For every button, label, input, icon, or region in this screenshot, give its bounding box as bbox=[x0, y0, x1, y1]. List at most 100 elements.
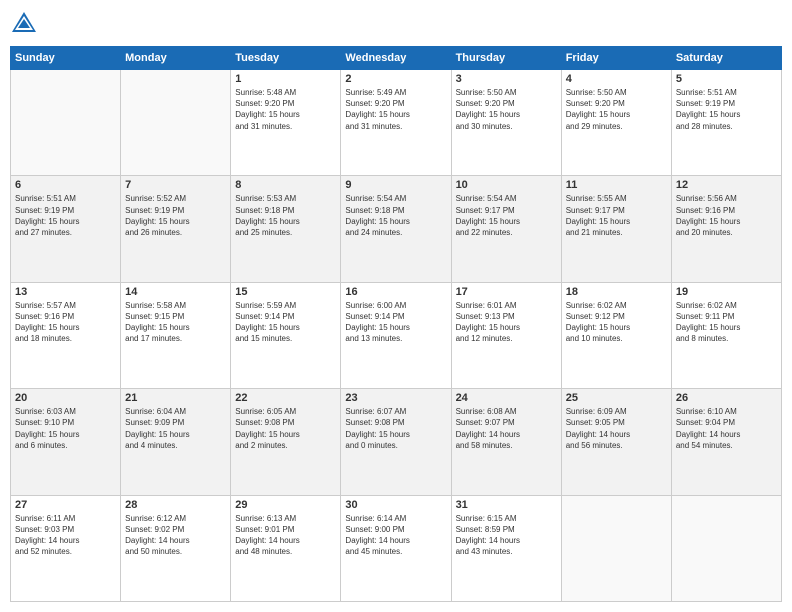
weekday-header-saturday: Saturday bbox=[671, 47, 781, 70]
day-number: 1 bbox=[235, 73, 336, 85]
day-info: Sunrise: 5:51 AM Sunset: 9:19 PM Dayligh… bbox=[676, 87, 777, 132]
calendar-week-row: 20 Sunrise: 6:03 AM Sunset: 9:10 PM Dayli… bbox=[11, 389, 782, 495]
day-number: 10 bbox=[456, 179, 557, 191]
calendar-cell: 17 Sunrise: 6:01 AM Sunset: 9:13 PM Dayli… bbox=[451, 282, 561, 388]
day-info: Sunrise: 5:53 AM Sunset: 9:18 PM Dayligh… bbox=[235, 193, 336, 238]
calendar-cell: 6 Sunrise: 5:51 AM Sunset: 9:19 PM Daylig… bbox=[11, 176, 121, 282]
calendar-cell: 16 Sunrise: 6:00 AM Sunset: 9:14 PM Dayli… bbox=[341, 282, 451, 388]
day-info: Sunrise: 6:07 AM Sunset: 9:08 PM Dayligh… bbox=[345, 406, 446, 451]
logo bbox=[10, 10, 42, 38]
calendar-cell: 31Sunrise: 6:15 AM Sunset: 8:59 PM Dayli… bbox=[451, 495, 561, 601]
calendar-cell: 4 Sunrise: 5:50 AM Sunset: 9:20 PM Daylig… bbox=[561, 70, 671, 176]
calendar-cell: 11 Sunrise: 5:55 AM Sunset: 9:17 PM Dayli… bbox=[561, 176, 671, 282]
day-number: 23 bbox=[345, 392, 446, 404]
day-number: 29 bbox=[235, 499, 336, 511]
calendar-cell: 24 Sunrise: 6:08 AM Sunset: 9:07 PM Dayli… bbox=[451, 389, 561, 495]
calendar-cell: 3Sunrise: 5:50 AM Sunset: 9:20 PM Daylig… bbox=[451, 70, 561, 176]
day-info: Sunrise: 5:57 AM Sunset: 9:16 PM Dayligh… bbox=[15, 300, 116, 345]
calendar-table: SundayMondayTuesdayWednesdayThursdayFrid… bbox=[10, 46, 782, 602]
day-number: 24 bbox=[456, 392, 557, 404]
day-info: Sunrise: 6:08 AM Sunset: 9:07 PM Dayligh… bbox=[456, 406, 557, 451]
day-number: 6 bbox=[15, 179, 116, 191]
day-number: 30 bbox=[345, 499, 446, 511]
day-info: Sunrise: 6:12 AM Sunset: 9:02 PM Dayligh… bbox=[125, 513, 226, 558]
day-info: Sunrise: 6:10 AM Sunset: 9:04 PM Dayligh… bbox=[676, 406, 777, 451]
header bbox=[10, 10, 782, 38]
day-info: Sunrise: 6:11 AM Sunset: 9:03 PM Dayligh… bbox=[15, 513, 116, 558]
weekday-header-friday: Friday bbox=[561, 47, 671, 70]
calendar-cell: 27 Sunrise: 6:11 AM Sunset: 9:03 PM Dayli… bbox=[11, 495, 121, 601]
day-info: Sunrise: 6:14 AM Sunset: 9:00 PM Dayligh… bbox=[345, 513, 446, 558]
day-info: Sunrise: 5:51 AM Sunset: 9:19 PM Dayligh… bbox=[15, 193, 116, 238]
weekday-header-tuesday: Tuesday bbox=[231, 47, 341, 70]
calendar-cell: 25 Sunrise: 6:09 AM Sunset: 9:05 PM Dayli… bbox=[561, 389, 671, 495]
day-info: Sunrise: 6:09 AM Sunset: 9:05 PM Dayligh… bbox=[566, 406, 667, 451]
calendar-week-row: 1Sunrise: 5:48 AM Sunset: 9:20 PM Daylig… bbox=[11, 70, 782, 176]
day-number: 17 bbox=[456, 286, 557, 298]
day-number: 15 bbox=[235, 286, 336, 298]
day-number: 28 bbox=[125, 499, 226, 511]
day-info: Sunrise: 5:49 AM Sunset: 9:20 PM Dayligh… bbox=[345, 87, 446, 132]
day-info: Sunrise: 5:50 AM Sunset: 9:20 PM Dayligh… bbox=[456, 87, 557, 132]
calendar-cell: 8 Sunrise: 5:53 AM Sunset: 9:18 PM Daylig… bbox=[231, 176, 341, 282]
day-number: 21 bbox=[125, 392, 226, 404]
calendar-cell: 28 Sunrise: 6:12 AM Sunset: 9:02 PM Dayli… bbox=[121, 495, 231, 601]
calendar-cell bbox=[121, 70, 231, 176]
calendar-cell bbox=[11, 70, 121, 176]
page: SundayMondayTuesdayWednesdayThursdayFrid… bbox=[0, 0, 792, 612]
day-info: Sunrise: 6:00 AM Sunset: 9:14 PM Dayligh… bbox=[345, 300, 446, 345]
day-number: 8 bbox=[235, 179, 336, 191]
weekday-header-thursday: Thursday bbox=[451, 47, 561, 70]
day-info: Sunrise: 6:04 AM Sunset: 9:09 PM Dayligh… bbox=[125, 406, 226, 451]
day-info: Sunrise: 6:02 AM Sunset: 9:11 PM Dayligh… bbox=[676, 300, 777, 345]
calendar-week-row: 13 Sunrise: 5:57 AM Sunset: 9:16 PM Dayli… bbox=[11, 282, 782, 388]
calendar-cell: 14Sunrise: 5:58 AM Sunset: 9:15 PM Dayli… bbox=[121, 282, 231, 388]
day-info: Sunrise: 5:50 AM Sunset: 9:20 PM Dayligh… bbox=[566, 87, 667, 132]
calendar-cell: 2Sunrise: 5:49 AM Sunset: 9:20 PM Daylig… bbox=[341, 70, 451, 176]
calendar-cell: 23 Sunrise: 6:07 AM Sunset: 9:08 PM Dayli… bbox=[341, 389, 451, 495]
day-number: 16 bbox=[345, 286, 446, 298]
calendar-cell: 12Sunrise: 5:56 AM Sunset: 9:16 PM Dayli… bbox=[671, 176, 781, 282]
calendar-cell: 21 Sunrise: 6:04 AM Sunset: 9:09 PM Dayli… bbox=[121, 389, 231, 495]
day-number: 11 bbox=[566, 179, 667, 191]
day-number: 26 bbox=[676, 392, 777, 404]
calendar-cell: 9 Sunrise: 5:54 AM Sunset: 9:18 PM Daylig… bbox=[341, 176, 451, 282]
calendar-cell: 26 Sunrise: 6:10 AM Sunset: 9:04 PM Dayli… bbox=[671, 389, 781, 495]
logo-icon bbox=[10, 10, 38, 38]
weekday-header-sunday: Sunday bbox=[11, 47, 121, 70]
calendar-week-row: 6 Sunrise: 5:51 AM Sunset: 9:19 PM Daylig… bbox=[11, 176, 782, 282]
day-number: 19 bbox=[676, 286, 777, 298]
day-number: 5 bbox=[676, 73, 777, 85]
day-number: 22 bbox=[235, 392, 336, 404]
day-number: 4 bbox=[566, 73, 667, 85]
day-number: 18 bbox=[566, 286, 667, 298]
day-info: Sunrise: 5:55 AM Sunset: 9:17 PM Dayligh… bbox=[566, 193, 667, 238]
calendar-cell: 13 Sunrise: 5:57 AM Sunset: 9:16 PM Dayli… bbox=[11, 282, 121, 388]
calendar-cell bbox=[671, 495, 781, 601]
day-number: 25 bbox=[566, 392, 667, 404]
calendar-cell: 5 Sunrise: 5:51 AM Sunset: 9:19 PM Daylig… bbox=[671, 70, 781, 176]
calendar-cell: 19 Sunrise: 6:02 AM Sunset: 9:11 PM Dayli… bbox=[671, 282, 781, 388]
day-number: 12 bbox=[676, 179, 777, 191]
weekday-header-row: SundayMondayTuesdayWednesdayThursdayFrid… bbox=[11, 47, 782, 70]
calendar-cell: 20 Sunrise: 6:03 AM Sunset: 9:10 PM Dayli… bbox=[11, 389, 121, 495]
day-info: Sunrise: 5:52 AM Sunset: 9:19 PM Dayligh… bbox=[125, 193, 226, 238]
day-info: Sunrise: 6:05 AM Sunset: 9:08 PM Dayligh… bbox=[235, 406, 336, 451]
day-number: 13 bbox=[15, 286, 116, 298]
calendar-cell: 1Sunrise: 5:48 AM Sunset: 9:20 PM Daylig… bbox=[231, 70, 341, 176]
day-info: Sunrise: 6:01 AM Sunset: 9:13 PM Dayligh… bbox=[456, 300, 557, 345]
calendar-cell: 18Sunrise: 6:02 AM Sunset: 9:12 PM Dayli… bbox=[561, 282, 671, 388]
day-info: Sunrise: 5:59 AM Sunset: 9:14 PM Dayligh… bbox=[235, 300, 336, 345]
day-number: 20 bbox=[15, 392, 116, 404]
calendar-week-row: 27 Sunrise: 6:11 AM Sunset: 9:03 PM Dayli… bbox=[11, 495, 782, 601]
calendar-cell: 15 Sunrise: 5:59 AM Sunset: 9:14 PM Dayli… bbox=[231, 282, 341, 388]
day-number: 14 bbox=[125, 286, 226, 298]
weekday-header-monday: Monday bbox=[121, 47, 231, 70]
day-info: Sunrise: 6:03 AM Sunset: 9:10 PM Dayligh… bbox=[15, 406, 116, 451]
day-number: 27 bbox=[15, 499, 116, 511]
calendar-cell: 29Sunrise: 6:13 AM Sunset: 9:01 PM Dayli… bbox=[231, 495, 341, 601]
day-info: Sunrise: 5:54 AM Sunset: 9:17 PM Dayligh… bbox=[456, 193, 557, 238]
day-number: 31 bbox=[456, 499, 557, 511]
day-number: 9 bbox=[345, 179, 446, 191]
day-info: Sunrise: 5:54 AM Sunset: 9:18 PM Dayligh… bbox=[345, 193, 446, 238]
